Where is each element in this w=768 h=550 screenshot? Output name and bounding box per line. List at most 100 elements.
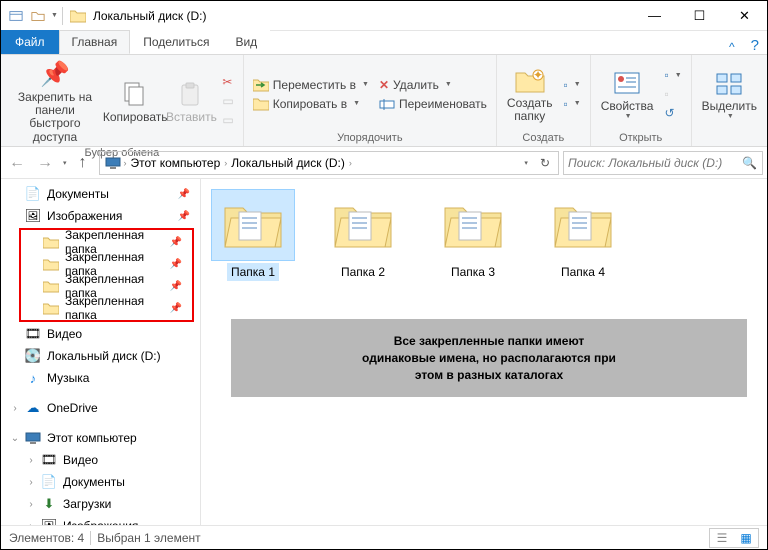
delete-icon: ✕ xyxy=(379,78,389,92)
folder-icon xyxy=(43,234,59,250)
copy-to-button[interactable]: Копировать в▼ xyxy=(250,95,372,113)
chevron-right-icon[interactable]: › xyxy=(25,499,37,510)
drive-icon: 💽 xyxy=(25,348,41,364)
copyto-icon xyxy=(253,97,269,111)
search-icon[interactable]: 🔍 xyxy=(737,156,762,170)
rename-icon xyxy=(379,97,395,111)
tree-onedrive[interactable]: ›☁OneDrive xyxy=(1,397,200,419)
videos-icon: 🎞 xyxy=(41,452,57,468)
chevron-right-icon[interactable]: › xyxy=(25,521,37,526)
maximize-button[interactable]: ☐ xyxy=(677,1,722,31)
chevron-right-icon[interactable]: › xyxy=(25,477,37,488)
window-title: Локальный диск (D:) xyxy=(93,9,632,23)
folder-open-icon xyxy=(221,198,285,252)
scissors-icon: ✂ xyxy=(222,75,232,89)
view-large-icons-button[interactable]: ▦ xyxy=(734,529,758,547)
navigation-bar: ← → ▾ ↑ › Этот компьютер › Локальный дис… xyxy=(1,147,767,179)
tree-pc-downloads[interactable]: ›⬇Загрузки xyxy=(1,493,200,515)
history-button[interactable]: ↺ xyxy=(661,104,684,122)
crumb-drive[interactable]: Локальный диск (D:) xyxy=(227,156,349,170)
tab-share[interactable]: Поделиться xyxy=(130,30,222,54)
cut-button[interactable]: ✂ xyxy=(219,73,236,91)
documents-icon: 📄 xyxy=(41,474,57,490)
ribbon-collapse-button[interactable]: ^ xyxy=(721,40,743,54)
folder-item[interactable]: Папка 1 xyxy=(211,189,295,281)
view-details-button[interactable]: ☰ xyxy=(710,529,734,547)
group-organize-label: Упорядочить xyxy=(337,131,402,146)
chevron-down-icon[interactable]: ⌄ xyxy=(9,433,21,444)
refresh-button[interactable]: ↻ xyxy=(534,156,556,170)
copy-path-button: ▭ xyxy=(219,92,236,110)
help-button[interactable]: ? xyxy=(743,37,767,54)
folder-list: Папка 1 Папка 2 Папка 3 Папка 4 xyxy=(211,189,757,281)
copy-button[interactable]: Копировать xyxy=(107,77,163,126)
documents-icon: 📄 xyxy=(25,186,41,202)
status-bar: Элементов: 4 Выбран 1 элемент ☰ ▦ xyxy=(1,525,767,549)
new-folder-icon: ✦ xyxy=(514,65,546,97)
properties-icon xyxy=(611,68,643,100)
qat-newfolder-icon[interactable] xyxy=(27,5,49,27)
tree-documents[interactable]: 📄Документы📌 xyxy=(1,183,200,205)
tab-file[interactable]: Файл xyxy=(1,30,59,54)
qat-properties-icon[interactable] xyxy=(5,5,27,27)
new-item-button[interactable]: ▫▼ xyxy=(561,76,584,94)
highlighted-pinned-folders: Закрепленная папка📌 Закрепленная папка📌 … xyxy=(19,228,194,322)
pictures-icon: 🖼 xyxy=(41,518,57,525)
tree-pc-pictures[interactable]: ›🖼Изображения xyxy=(1,515,200,525)
tree-local-disk[interactable]: 💽Локальный диск (D:) xyxy=(1,345,200,367)
navigation-tree[interactable]: 📄Документы📌 🖼Изображения📌 Закрепленная п… xyxy=(1,179,201,525)
select-button[interactable]: Выделить▼ xyxy=(698,66,761,123)
tree-pc-documents[interactable]: ›📄Документы xyxy=(1,471,200,493)
tab-view[interactable]: Вид xyxy=(222,30,270,54)
paste-button: Вставить xyxy=(167,77,215,126)
folder-label: Папка 4 xyxy=(557,263,609,281)
address-bar[interactable]: › Этот компьютер › Локальный диск (D:) ›… xyxy=(99,151,559,175)
annotation-callout: Все закрепленные папки имеют одинаковые … xyxy=(231,319,747,397)
easy-access-button[interactable]: ▫▼ xyxy=(561,95,584,113)
minimize-button[interactable]: — xyxy=(632,1,677,31)
search-input[interactable] xyxy=(564,156,737,170)
folder-icon xyxy=(43,278,59,294)
history-dropdown[interactable]: ▾ xyxy=(63,159,67,167)
paste-shortcut-button: ▭ xyxy=(219,111,236,129)
pin-quickaccess-button[interactable]: 📌 Закрепить на панели быстрого доступа xyxy=(7,57,103,146)
up-button[interactable]: ↑ xyxy=(71,151,95,175)
rename-button[interactable]: Переименовать xyxy=(376,95,490,113)
back-button[interactable]: ← xyxy=(5,151,29,175)
folder-icon xyxy=(43,300,59,316)
open-button[interactable]: ▫▼ xyxy=(661,66,684,84)
crumb-pc[interactable]: Этот компьютер xyxy=(127,156,225,170)
move-to-button[interactable]: Переместить в▼ xyxy=(250,76,372,94)
search-box[interactable]: 🔍 xyxy=(563,151,763,175)
new-folder-button[interactable]: ✦ Создать папку xyxy=(503,63,557,125)
folder-item[interactable]: Папка 2 xyxy=(321,189,405,281)
edit-button: ▫ xyxy=(661,85,684,103)
tree-this-pc[interactable]: ⌄Этот компьютер xyxy=(1,427,200,449)
group-new-label: Создать xyxy=(522,131,564,146)
explorer-window: ▼ Локальный диск (D:) — ☐ ✕ Файл Главная… xyxy=(0,0,768,550)
tree-pictures[interactable]: 🖼Изображения📌 xyxy=(1,205,200,227)
pin-icon: 📌 xyxy=(170,303,182,314)
folder-open-icon xyxy=(441,198,505,252)
group-open-label: Открыть xyxy=(619,131,662,146)
titlebar: ▼ Локальный диск (D:) — ☐ ✕ xyxy=(1,1,767,31)
tree-videos[interactable]: 🎞Видео xyxy=(1,323,200,345)
content-pane[interactable]: Папка 1 Папка 2 Папка 3 Папка 4 Все закр… xyxy=(201,179,767,525)
properties-button[interactable]: Свойства▼ xyxy=(597,66,658,123)
tree-music[interactable]: ♪Музыка xyxy=(1,367,200,389)
copy-icon xyxy=(119,79,151,111)
chevron-right-icon[interactable]: › xyxy=(25,455,37,466)
pin-icon: 📌 xyxy=(170,259,182,270)
tree-pinned-folder[interactable]: Закрепленная папка📌 xyxy=(21,297,192,319)
folder-item[interactable]: Папка 4 xyxy=(541,189,625,281)
ribbon-tabs: Файл Главная Поделиться Вид ^ ? xyxy=(1,31,767,55)
qat-customize-icon[interactable]: ▼ xyxy=(51,12,58,19)
delete-button[interactable]: ✕ Удалить▼ xyxy=(376,76,490,94)
downloads-icon: ⬇ xyxy=(41,496,57,512)
chevron-right-icon[interactable]: › xyxy=(9,403,21,414)
status-selection: Выбран 1 элемент xyxy=(97,531,200,545)
folder-item[interactable]: Папка 3 xyxy=(431,189,515,281)
tab-home[interactable]: Главная xyxy=(59,30,131,54)
close-button[interactable]: ✕ xyxy=(722,1,767,31)
tree-pc-videos[interactable]: ›🎞Видео xyxy=(1,449,200,471)
